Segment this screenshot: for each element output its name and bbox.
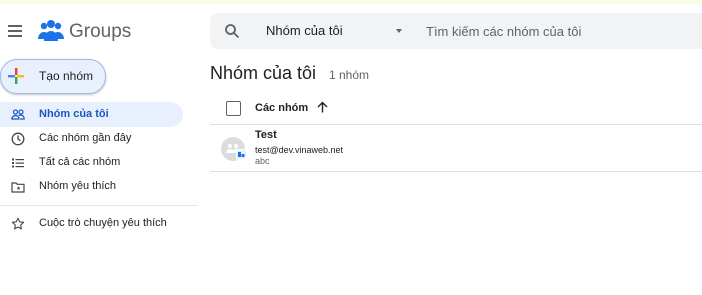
people-icon <box>11 109 25 120</box>
page-title: Nhóm của tôi <box>210 63 317 83</box>
group-count: 1 nhóm <box>329 68 370 82</box>
star-icon <box>11 217 25 230</box>
create-group-label: Tạo nhóm <box>39 69 94 83</box>
search-scope-select[interactable]: Nhóm của tôi <box>266 23 343 38</box>
select-all-checkbox[interactable] <box>226 101 241 116</box>
sidebar-divider <box>0 205 198 206</box>
group-description: abc <box>255 156 270 166</box>
clock-icon <box>11 132 25 146</box>
sidebar-item-label: Tất cả các nhóm <box>39 156 121 168</box>
app-brand: Groups <box>69 21 132 42</box>
folder-star-icon <box>11 182 25 193</box>
column-header-groups[interactable]: Các nhóm <box>255 102 308 114</box>
group-badge-icon <box>236 149 247 160</box>
menu-icon[interactable] <box>8 25 22 37</box>
table-row[interactable]: Test test@dev.vinaweb.net abc <box>210 125 702 171</box>
sidebar-item-my-groups[interactable]: Nhóm của tôi <box>0 103 195 127</box>
sidebar-item-all-groups[interactable]: Tất cả các nhóm <box>0 151 195 175</box>
sidebar-item-favorite-conversations[interactable]: Cuộc trò chuyện yêu thích <box>0 212 195 236</box>
top-strip <box>0 0 702 4</box>
sidebar-item-label: Các nhóm gần đây <box>39 132 132 144</box>
sidebar-item-label: Nhóm yêu thích <box>39 180 117 192</box>
arrow-up-icon[interactable] <box>316 101 329 114</box>
sidebar-item-label: Cuộc trò chuyện yêu thích <box>39 217 167 229</box>
chevron-down-icon[interactable] <box>396 29 402 33</box>
search-icon[interactable] <box>224 23 240 39</box>
row-divider <box>210 171 702 172</box>
sidebar-item-label: Nhóm của tôi <box>39 108 109 120</box>
search-input[interactable] <box>418 18 702 44</box>
group-email: test@dev.vinaweb.net <box>255 145 344 155</box>
plus-icon <box>8 68 24 84</box>
groups-logo-icon <box>38 20 64 41</box>
sidebar-item-favorite-groups[interactable]: Nhóm yêu thích <box>0 175 195 199</box>
group-name[interactable]: Test <box>255 129 277 141</box>
sidebar-item-recent-groups[interactable]: Các nhóm gần đây <box>0 127 195 151</box>
list-icon <box>12 158 24 168</box>
